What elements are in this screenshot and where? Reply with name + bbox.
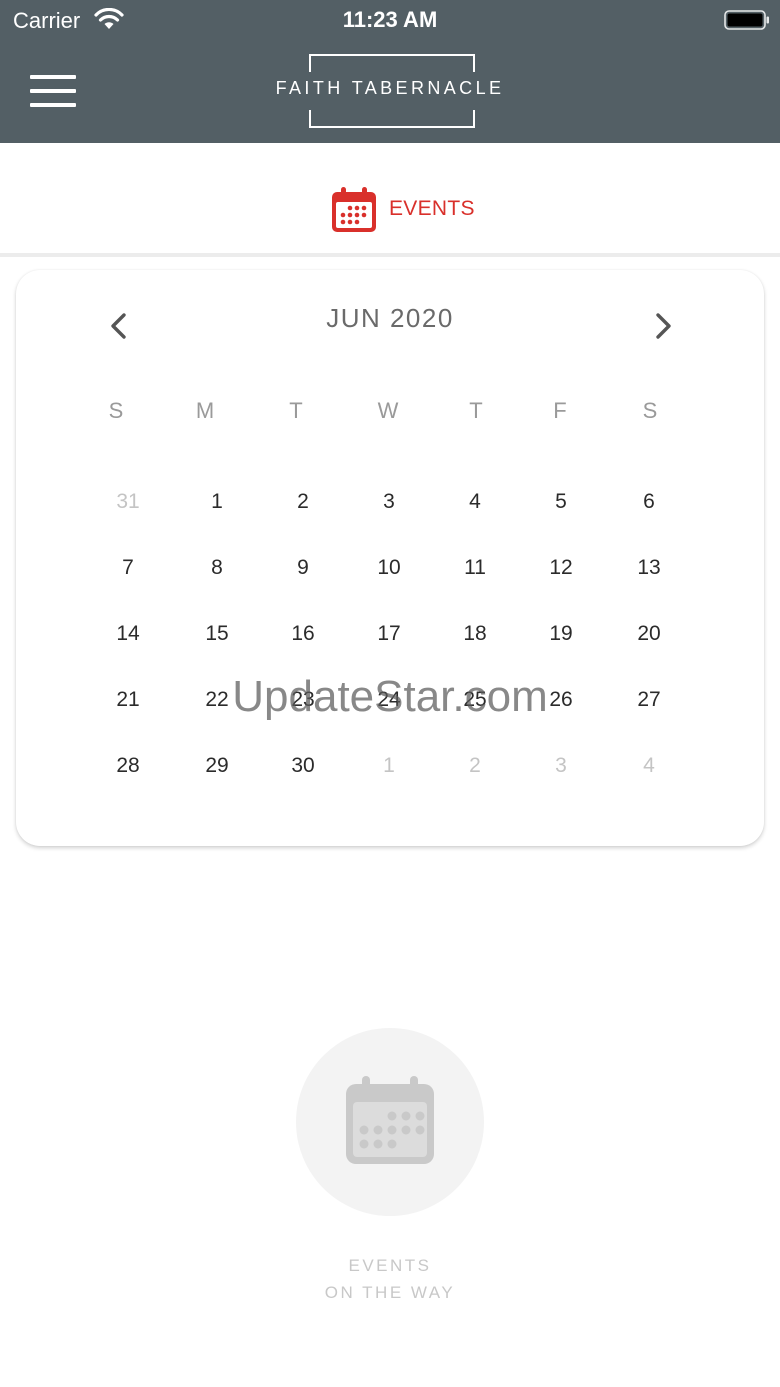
hamburger-menu-icon[interactable] [30,75,76,107]
calendar-day[interactable]: 22 [192,688,242,712]
calendar-day[interactable]: 3 [364,490,414,514]
empty-state-subtitle: ON THE WAY [324,1283,456,1302]
logo-text: FAITH TABERNACLE [275,78,505,98]
weekday-header: M [195,398,215,423]
weekday-header: T [469,398,483,423]
calendar-day[interactable]: 28 [103,754,153,778]
weekday-header: T [289,398,303,423]
logo-frame-bottom [309,110,475,128]
status-time: 11:23 AM [342,7,438,32]
tab-bar: EVENTS [0,143,780,257]
calendar-day[interactable]: 24 [364,688,414,712]
calendar-day[interactable]: 4 [450,490,500,514]
status-bar: Carrier 11:23 AM [0,0,780,40]
calendar-day[interactable]: 9 [278,556,328,580]
calendar-day[interactable]: 19 [536,622,586,646]
calendar-day[interactable]: 1 [192,490,242,514]
calendar-day[interactable]: 7 [103,556,153,580]
calendar-day-outside-month[interactable]: 31 [103,490,153,514]
calendar-day[interactable]: 18 [450,622,500,646]
calendar-day[interactable]: 11 [450,556,500,580]
weekday-header: W [377,398,399,423]
empty-state-circle [296,1028,484,1216]
top-bar: Carrier 11:23 AM FAITH TABERNACLE [0,0,780,143]
weekday-header: S [642,398,658,423]
calendar-card: JUN 2020 S M T W T F S 31 1 2 3 4 5 6 7 8 9 10 11 12 13 14 15 1… [16,270,764,846]
calendar-day[interactable]: 16 [278,622,328,646]
calendar-day[interactable]: 21 [103,688,153,712]
tab-events[interactable]: EVENTS [330,185,475,233]
battery-icon [724,10,769,30]
calendar-day[interactable]: 13 [624,556,674,580]
logo-frame-top [309,54,475,72]
calendar-day[interactable]: 20 [624,622,674,646]
calendar-day[interactable]: 12 [536,556,586,580]
menu-bar [30,103,76,107]
faith-tabernacle-logo: FAITH TABERNACLE [272,54,508,128]
calendar-day[interactable]: 2 [278,490,328,514]
calendar-day[interactable]: 15 [192,622,242,646]
menu-bar [30,75,76,79]
weekday-header: S [108,398,124,423]
calendar-day[interactable]: 5 [536,490,586,514]
calendar-day-outside-month[interactable]: 4 [624,754,674,778]
calendar-day-outside-month[interactable]: 2 [450,754,500,778]
calendar-day[interactable]: 6 [624,490,674,514]
menu-bar [30,89,76,93]
calendar-day-outside-month[interactable]: 3 [536,754,586,778]
calendar-day[interactable]: 23 [278,688,328,712]
calendar-day[interactable]: 14 [103,622,153,646]
calendar-day[interactable]: 10 [364,556,414,580]
calendar-day[interactable]: 8 [192,556,242,580]
calendar-day[interactable]: 17 [364,622,414,646]
calendar-day[interactable]: 26 [536,688,586,712]
calendar-icon [332,187,376,232]
calendar-day-outside-month[interactable]: 1 [364,754,414,778]
calendar-day[interactable]: 25 [450,688,500,712]
calendar-day[interactable]: 27 [624,688,674,712]
tab-events-label: EVENTS [389,197,475,220]
calendar-icon [346,1076,434,1164]
app-screen: Carrier 11:23 AM FAITH TABERNACLE EVENTS… [0,0,780,1387]
empty-state-title: EVENTS [348,1256,432,1275]
chevron-right-icon[interactable] [648,310,678,342]
weekday-header: F [553,398,567,423]
app-header: FAITH TABERNACLE [0,40,780,143]
calendar-day[interactable]: 29 [192,754,242,778]
calendar-day[interactable]: 30 [278,754,328,778]
